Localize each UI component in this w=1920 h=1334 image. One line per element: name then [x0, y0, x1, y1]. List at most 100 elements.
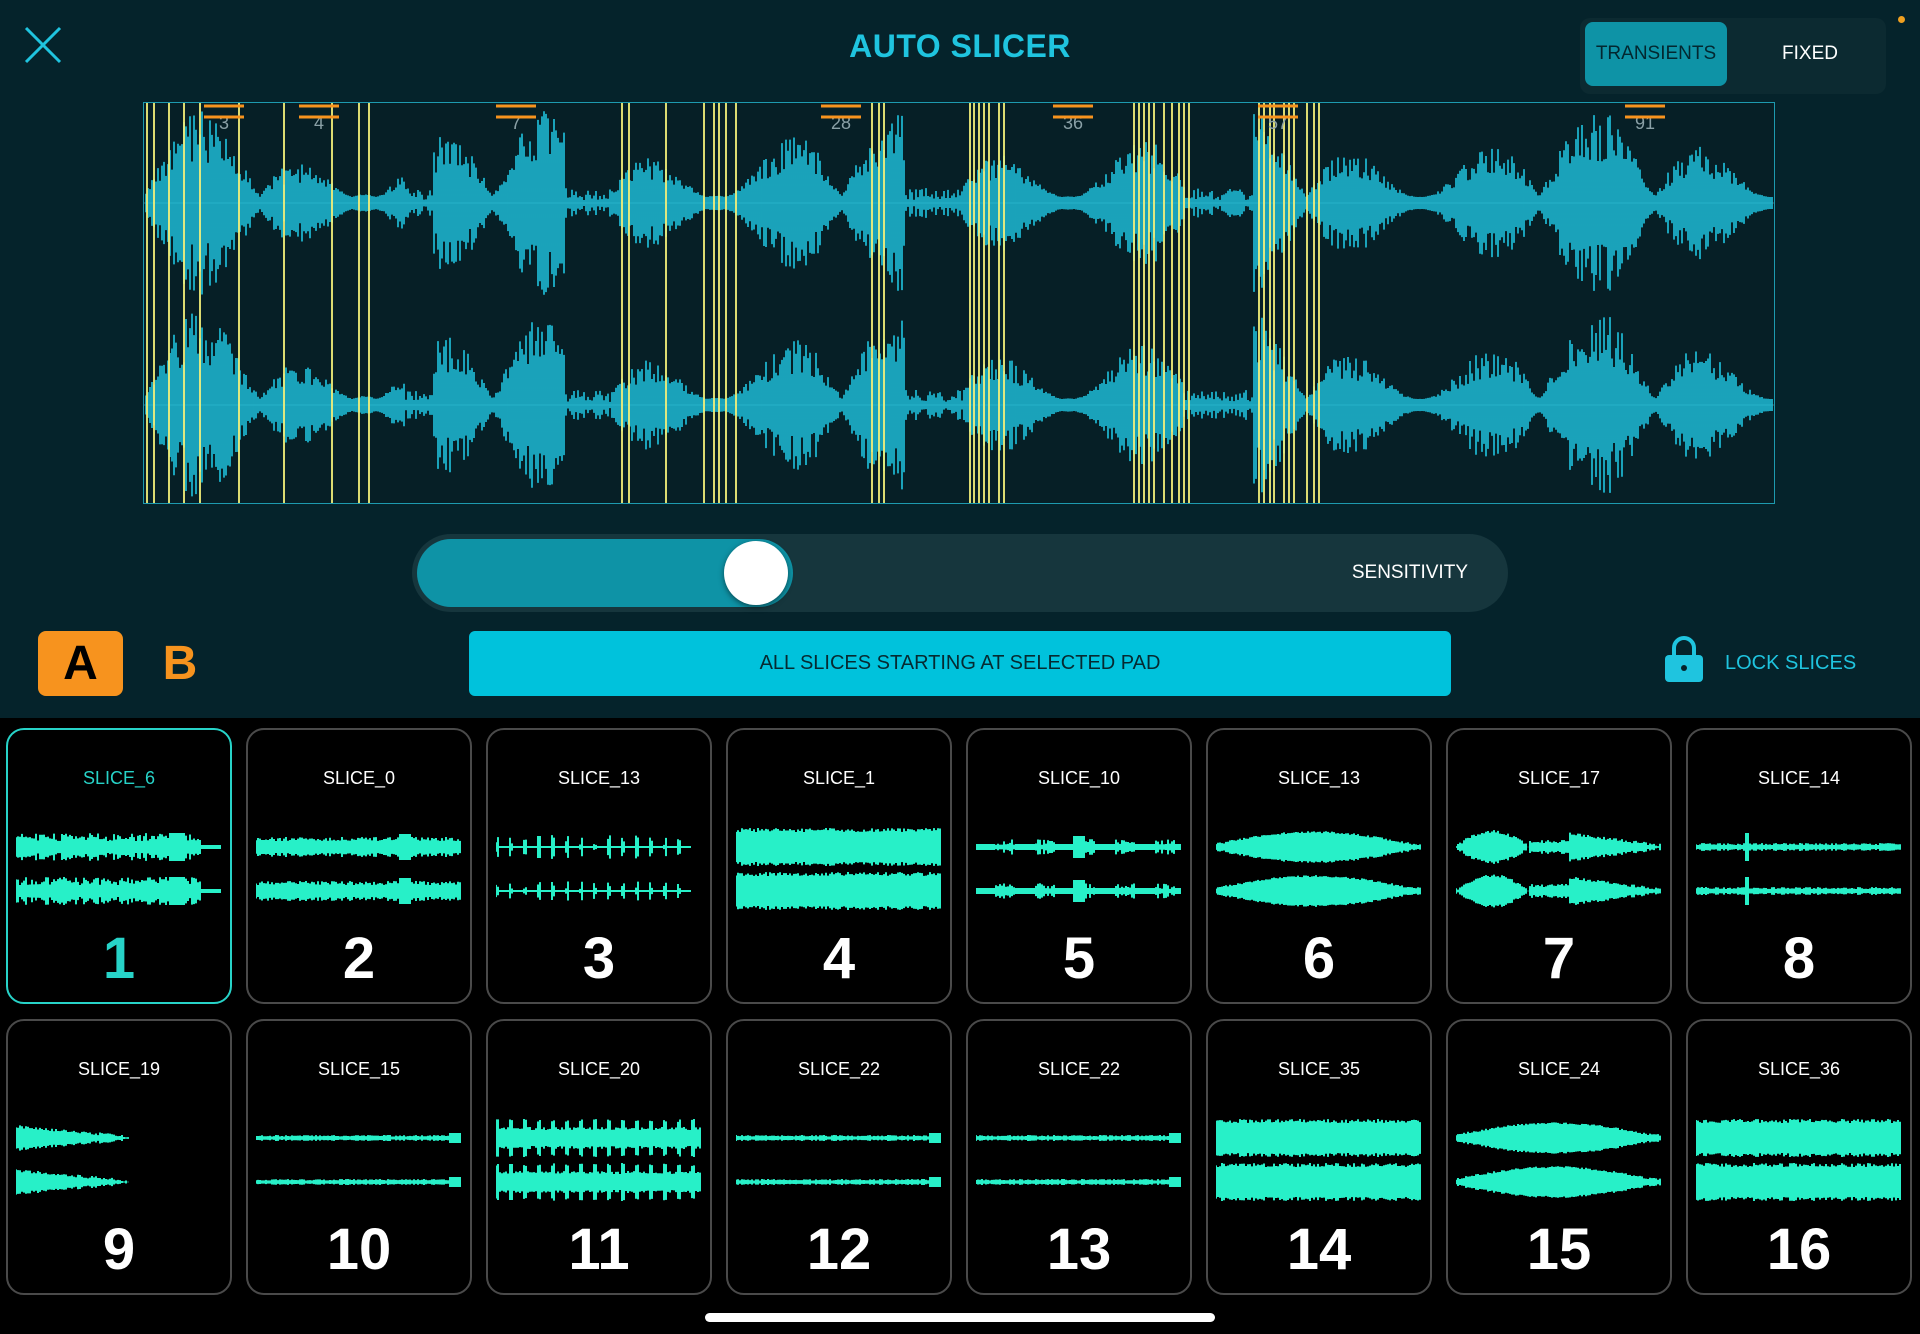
- home-indicator[interactable]: [705, 1313, 1215, 1322]
- pad-8[interactable]: SLICE_14 8: [1686, 728, 1912, 1004]
- pad-11[interactable]: SLICE_20 11: [486, 1019, 712, 1295]
- pad-waveform: [256, 1133, 461, 1187]
- pad-7[interactable]: SLICE_17 7: [1446, 728, 1672, 1004]
- pad-slice-name: SLICE_35: [1277, 1059, 1361, 1079]
- transients-button[interactable]: TRANSIENTS: [1585, 22, 1727, 86]
- slice-handle-icon[interactable]: [1625, 103, 1665, 121]
- pad-wave-channel: [256, 1133, 461, 1143]
- pad-wave-channel: [1456, 830, 1661, 864]
- pad-number: 7: [1542, 926, 1576, 991]
- pad-number: 9: [102, 1217, 136, 1282]
- pad-wave-channel: [736, 828, 941, 866]
- pad-wave-channel: [16, 833, 221, 861]
- pad-wave-channel: [736, 1133, 941, 1143]
- pad-wave-channel: [1216, 875, 1421, 907]
- pad-slice-name: SLICE_13: [1277, 768, 1361, 788]
- pad-waveform: [1456, 1122, 1661, 1198]
- slice-handle-icon[interactable]: [1053, 103, 1093, 121]
- pad-number: 4: [822, 926, 856, 991]
- pad-wave-channel: [496, 881, 691, 901]
- pad-waveform: [1696, 833, 1901, 905]
- pad-3[interactable]: SLICE_13 3: [486, 728, 712, 1004]
- pad-slice-name: SLICE_17: [1517, 768, 1601, 788]
- sensitivity-label: SENSITIVITY: [1351, 562, 1468, 583]
- pad-waveform: [496, 1119, 701, 1201]
- pad-waveform: [736, 1133, 941, 1187]
- pad-waveform: [496, 835, 691, 901]
- pad-number: 5: [1062, 926, 1096, 991]
- pad-1[interactable]: SLICE_6 1: [6, 728, 232, 1004]
- pad-wave-channel: [976, 1133, 1181, 1143]
- slice-handle-icon[interactable]: [496, 103, 536, 121]
- pad-wave-channel: [16, 1169, 129, 1195]
- pad-number: 6: [1302, 926, 1336, 991]
- pad-number: 3: [582, 926, 616, 991]
- pad-number: 1: [102, 926, 136, 991]
- slice-handle-icon[interactable]: [1258, 103, 1298, 121]
- pad-waveform: [16, 833, 221, 905]
- pad-grid: SLICE_6 1 SLICE_0 2 SLICE_13 3 SLICE_1 4 SLICE_1…: [0, 718, 1920, 1334]
- pad-wave-channel: [1696, 1163, 1901, 1201]
- pad-waveform: [1216, 1119, 1421, 1201]
- pad-10[interactable]: SLICE_15 10: [246, 1019, 472, 1295]
- pad-wave-channel: [976, 880, 1181, 902]
- pad-6[interactable]: SLICE_13 6: [1206, 728, 1432, 1004]
- pad-number: 12: [806, 1217, 872, 1282]
- slice-handle-icon[interactable]: [204, 103, 244, 121]
- pad-slice-name: SLICE_20: [557, 1059, 641, 1079]
- slice-handle-icon[interactable]: [299, 103, 339, 121]
- pad-wave-channel: [496, 835, 691, 859]
- bank-a-button[interactable]: A: [38, 631, 123, 696]
- pad-slice-name: SLICE_10: [1037, 768, 1121, 788]
- pad-9[interactable]: SLICE_19 9: [6, 1019, 232, 1295]
- pad-wave-channel: [1456, 1166, 1661, 1198]
- pad-wave-channel: [1456, 874, 1661, 908]
- waveform-graphic: [144, 103, 1774, 503]
- sensitivity-knob[interactable]: [723, 541, 788, 605]
- pad-waveform: [16, 1125, 129, 1195]
- all-slices-button[interactable]: ALL SLICES STARTING AT SELECTED PAD: [469, 631, 1451, 696]
- pad-wave-channel: [976, 836, 1181, 858]
- lock-slices-label: LOCK SLICES: [1725, 652, 1857, 674]
- status-dot: [1898, 16, 1905, 23]
- pad-wave-channel: [256, 1177, 461, 1187]
- slice-handle-icon[interactable]: [821, 103, 861, 121]
- pad-16[interactable]: SLICE_36 16: [1686, 1019, 1912, 1295]
- pad-waveform: [1216, 831, 1421, 907]
- pad-wave-channel: [1216, 1119, 1421, 1157]
- pad-12[interactable]: SLICE_22 12: [726, 1019, 952, 1295]
- pad-4[interactable]: SLICE_1 4: [726, 728, 952, 1004]
- pad-wave-channel: [1216, 1163, 1421, 1201]
- pad-waveform: [736, 828, 941, 910]
- fixed-button[interactable]: FIXED: [1755, 22, 1865, 86]
- waveform-display[interactable]: 3 4 7 28 36 57 91: [143, 102, 1775, 504]
- bank-b-button[interactable]: B: [150, 631, 210, 696]
- pad-wave-channel: [976, 1177, 1181, 1187]
- pad-wave-channel: [496, 1119, 701, 1157]
- pad-slice-name: SLICE_6: [82, 768, 156, 788]
- pad-number: 10: [326, 1217, 392, 1282]
- pad-number: 15: [1526, 1217, 1592, 1282]
- pad-slice-name: SLICE_14: [1757, 768, 1841, 788]
- pad-5[interactable]: SLICE_10 5: [966, 728, 1192, 1004]
- pad-wave-channel: [16, 877, 221, 905]
- pad-waveform: [1696, 1119, 1901, 1201]
- pad-number: 13: [1046, 1217, 1112, 1282]
- pad-slice-name: SLICE_1: [802, 768, 876, 788]
- pad-14[interactable]: SLICE_35 14: [1206, 1019, 1432, 1295]
- pad-slice-name: SLICE_19: [77, 1059, 161, 1079]
- auto-slicer-panel: AUTO SLICER TRANSIENTS FIXED 3 4 7 28 36…: [0, 0, 1920, 718]
- lock-icon: [1665, 636, 1703, 682]
- pad-13[interactable]: SLICE_22 13: [966, 1019, 1192, 1295]
- pad-slice-name: SLICE_22: [1037, 1059, 1121, 1079]
- pad-2[interactable]: SLICE_0 2: [246, 728, 472, 1004]
- pad-15[interactable]: SLICE_24 15: [1446, 1019, 1672, 1295]
- pad-wave-channel: [1696, 833, 1901, 861]
- pad-slice-name: SLICE_15: [317, 1059, 401, 1079]
- sensitivity-slider[interactable]: SENSITIVITY: [412, 534, 1508, 612]
- pad-slice-name: SLICE_36: [1757, 1059, 1841, 1079]
- pad-waveform: [256, 834, 461, 904]
- pad-wave-channel: [1456, 1122, 1661, 1154]
- pad-waveform: [976, 1133, 1181, 1187]
- pad-wave-channel: [736, 1177, 941, 1187]
